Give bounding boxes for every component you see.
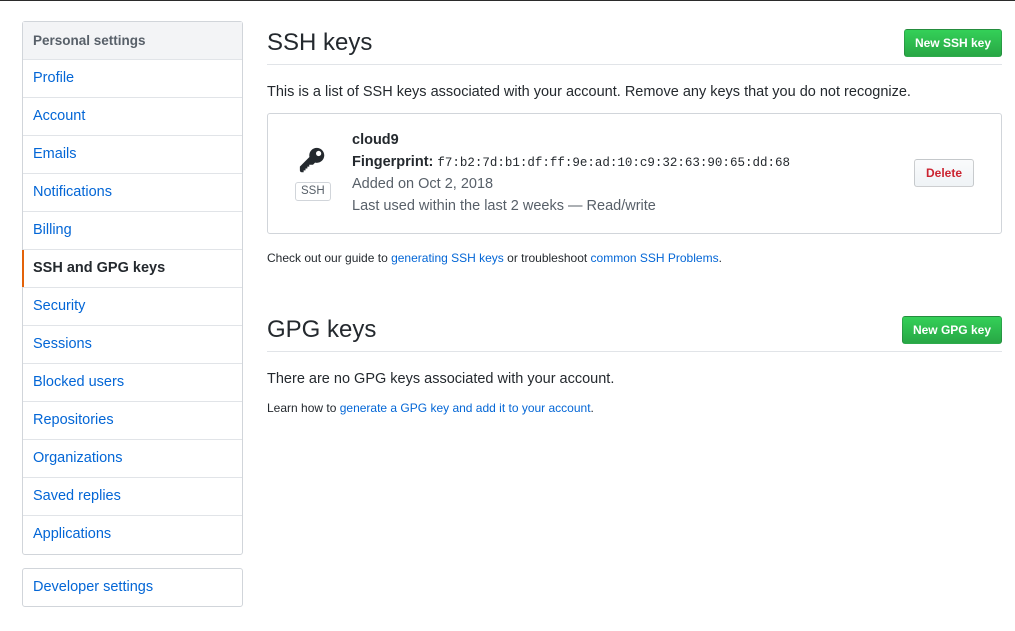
ssh-note-suffix: . (718, 251, 722, 265)
ssh-note-prefix: Check out our guide to (267, 251, 392, 265)
generating-ssh-keys-link[interactable]: generating SSH keys (391, 251, 504, 265)
ssh-key-fingerprint-row: Fingerprint: f7:b2:7d:b1:df:ff:9e:ad:10:… (352, 154, 790, 170)
ssh-key-added-date: Added on Oct 2, 2018 (352, 176, 494, 192)
ssh-keys-header: SSH keys New SSH key (267, 25, 1002, 65)
sidebar-item-security[interactable]: Security (23, 288, 242, 326)
ssh-key-last-used: Last used within the last 2 weeks — Read… (352, 198, 656, 214)
new-gpg-key-button[interactable]: New GPG key (901, 316, 1002, 344)
common-ssh-problems-link[interactable]: common SSH Problems (591, 251, 719, 265)
gpg-note-suffix: . (590, 401, 594, 415)
new-ssh-key-button[interactable]: New SSH key (903, 29, 1002, 57)
ssh-keys-title: SSH keys (267, 29, 373, 56)
sidebar-item-emails[interactable]: Emails (23, 136, 242, 174)
sidebar-item-notifications[interactable]: Notifications (23, 174, 242, 212)
sidebar-item-account[interactable]: Account (23, 98, 242, 136)
sidebar-item-profile[interactable]: Profile (23, 60, 242, 98)
delete-ssh-key-button[interactable]: Delete (914, 159, 974, 187)
sidebar-item-ssh-gpg-keys[interactable]: SSH and GPG keys (22, 250, 242, 288)
gpg-keys-description: There are no GPG keys associated with yo… (267, 371, 615, 387)
ssh-help-note: Check out our guide to generating SSH ke… (267, 251, 722, 265)
sidebar-item-blocked-users[interactable]: Blocked users (23, 364, 242, 402)
ssh-keys-description: This is a list of SSH keys associated wi… (267, 84, 911, 100)
ssh-key-entry: SSH cloud9 Fingerprint: f7:b2:7d:b1:df:f… (267, 113, 1002, 234)
fingerprint-value: f7:b2:7d:b1:df:ff:9e:ad:10:c9:32:63:90:6… (437, 156, 790, 170)
sidebar-item-developer-settings[interactable]: Developer settings (23, 569, 242, 606)
sidebar-item-repositories[interactable]: Repositories (23, 402, 242, 440)
settings-sidebar: Personal settings Profile Account Emails… (22, 21, 243, 555)
sidebar-item-sessions[interactable]: Sessions (23, 326, 242, 364)
gpg-help-note: Learn how to generate a GPG key and add … (267, 401, 594, 415)
gpg-keys-title: GPG keys (267, 316, 377, 343)
generate-gpg-key-link[interactable]: generate a GPG key and add it to your ac… (340, 401, 591, 415)
gpg-keys-header: GPG keys New GPG key (267, 312, 1002, 352)
ssh-note-middle: or troubleshoot (503, 251, 591, 265)
window-top-border (0, 0, 1015, 1)
developer-sidebar: Developer settings (22, 568, 243, 607)
ssh-key-title: cloud9 (352, 132, 399, 148)
sidebar-heading: Personal settings (23, 22, 242, 60)
sidebar-item-billing[interactable]: Billing (23, 212, 242, 250)
gpg-note-prefix: Learn how to (267, 401, 340, 415)
sidebar-item-organizations[interactable]: Organizations (23, 440, 242, 478)
ssh-badge: SSH (295, 182, 331, 201)
fingerprint-label: Fingerprint: (352, 154, 434, 170)
sidebar-item-saved-replies[interactable]: Saved replies (23, 478, 242, 516)
sidebar-item-applications[interactable]: Applications (23, 516, 242, 554)
key-icon (299, 147, 325, 173)
